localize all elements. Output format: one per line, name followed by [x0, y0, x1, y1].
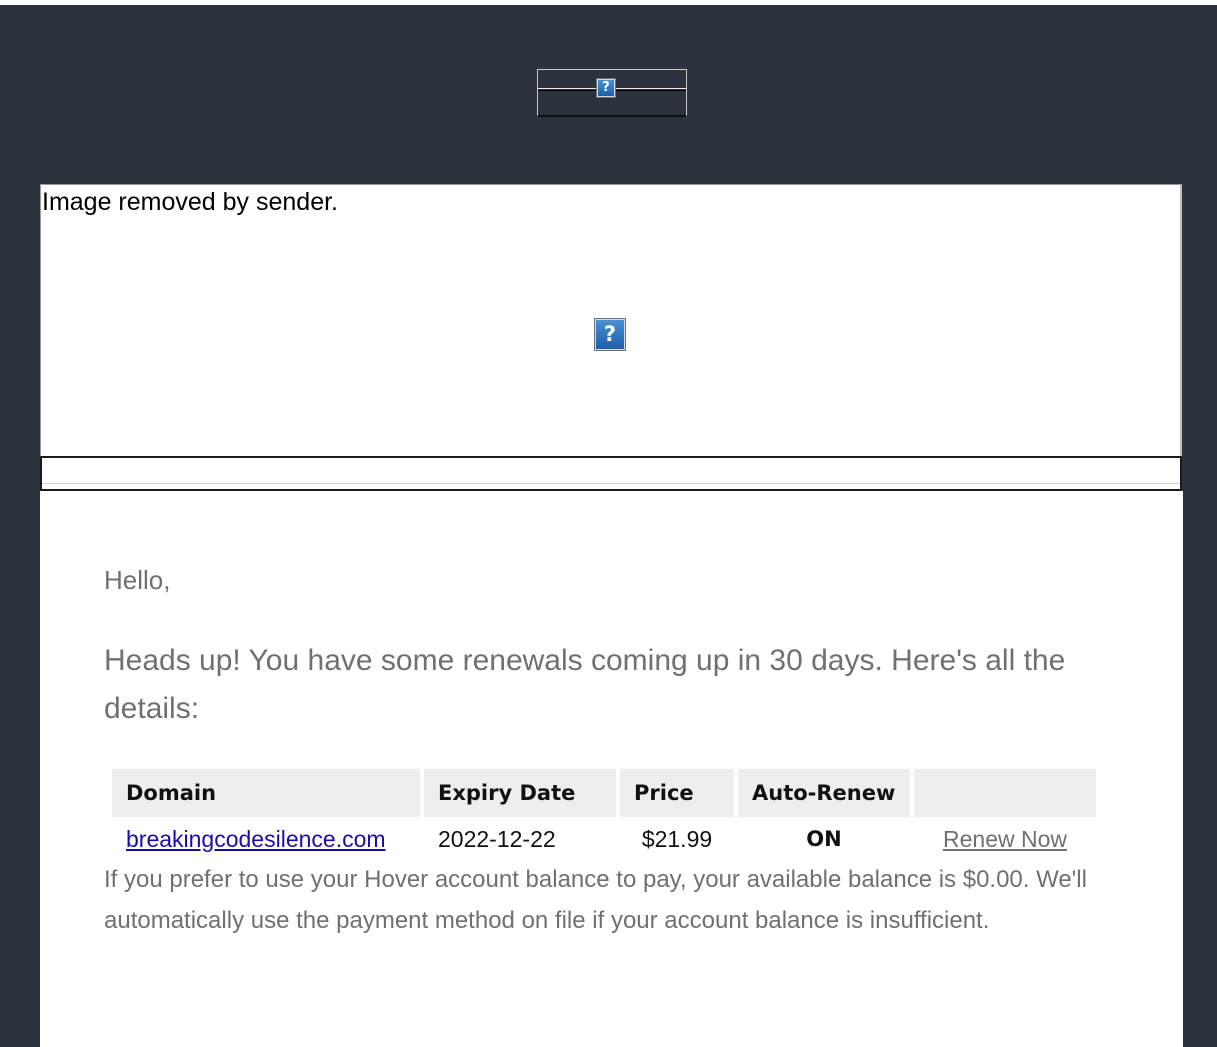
- balance-note: If you prefer to use your Hover account …: [104, 866, 1087, 934]
- image-alt-text: Image removed by sender.: [42, 188, 338, 216]
- column-header-auto-renew: Auto-Renew: [738, 769, 910, 817]
- domain-cell: breakingcodesilence.com: [112, 817, 420, 861]
- action-cell: Renew Now: [914, 817, 1096, 861]
- renew-now-link[interactable]: Renew Now: [943, 826, 1067, 852]
- intro-text: Heads up! You have some renewals coming …: [104, 644, 1066, 725]
- auto-renew-status: ON: [806, 827, 842, 851]
- price-cell: $21.99: [641, 825, 713, 852]
- banner-image-placeholder: Image removed by sender. ?: [40, 184, 1182, 458]
- banner-bottom-strip: [40, 456, 1182, 491]
- column-header-expiry-date: Expiry Date: [424, 769, 616, 817]
- header-image-placeholder: ?: [537, 69, 687, 117]
- table-header-row: Domain Expiry Date Price Auto-Renew: [112, 769, 1096, 817]
- domain-link[interactable]: breakingcodesilence.com: [126, 826, 386, 852]
- divider: [42, 483, 1180, 484]
- table-row: breakingcodesilence.com 2022-12-22 $21.9…: [112, 817, 1096, 861]
- question-mark-icon: ?: [596, 78, 616, 98]
- column-header-domain: Domain: [112, 769, 420, 817]
- email-content: Hello, Heads up! You have some renewals …: [40, 491, 1183, 1047]
- greeting-text: Hello,: [104, 565, 171, 595]
- renewals-table: Domain Expiry Date Price Auto-Renew brea…: [108, 769, 1100, 861]
- question-mark-icon: ?: [594, 318, 626, 351]
- expiry-date-cell: 2022-12-22: [438, 825, 556, 852]
- column-header-price: Price: [620, 769, 734, 817]
- column-header-action: [914, 769, 1096, 817]
